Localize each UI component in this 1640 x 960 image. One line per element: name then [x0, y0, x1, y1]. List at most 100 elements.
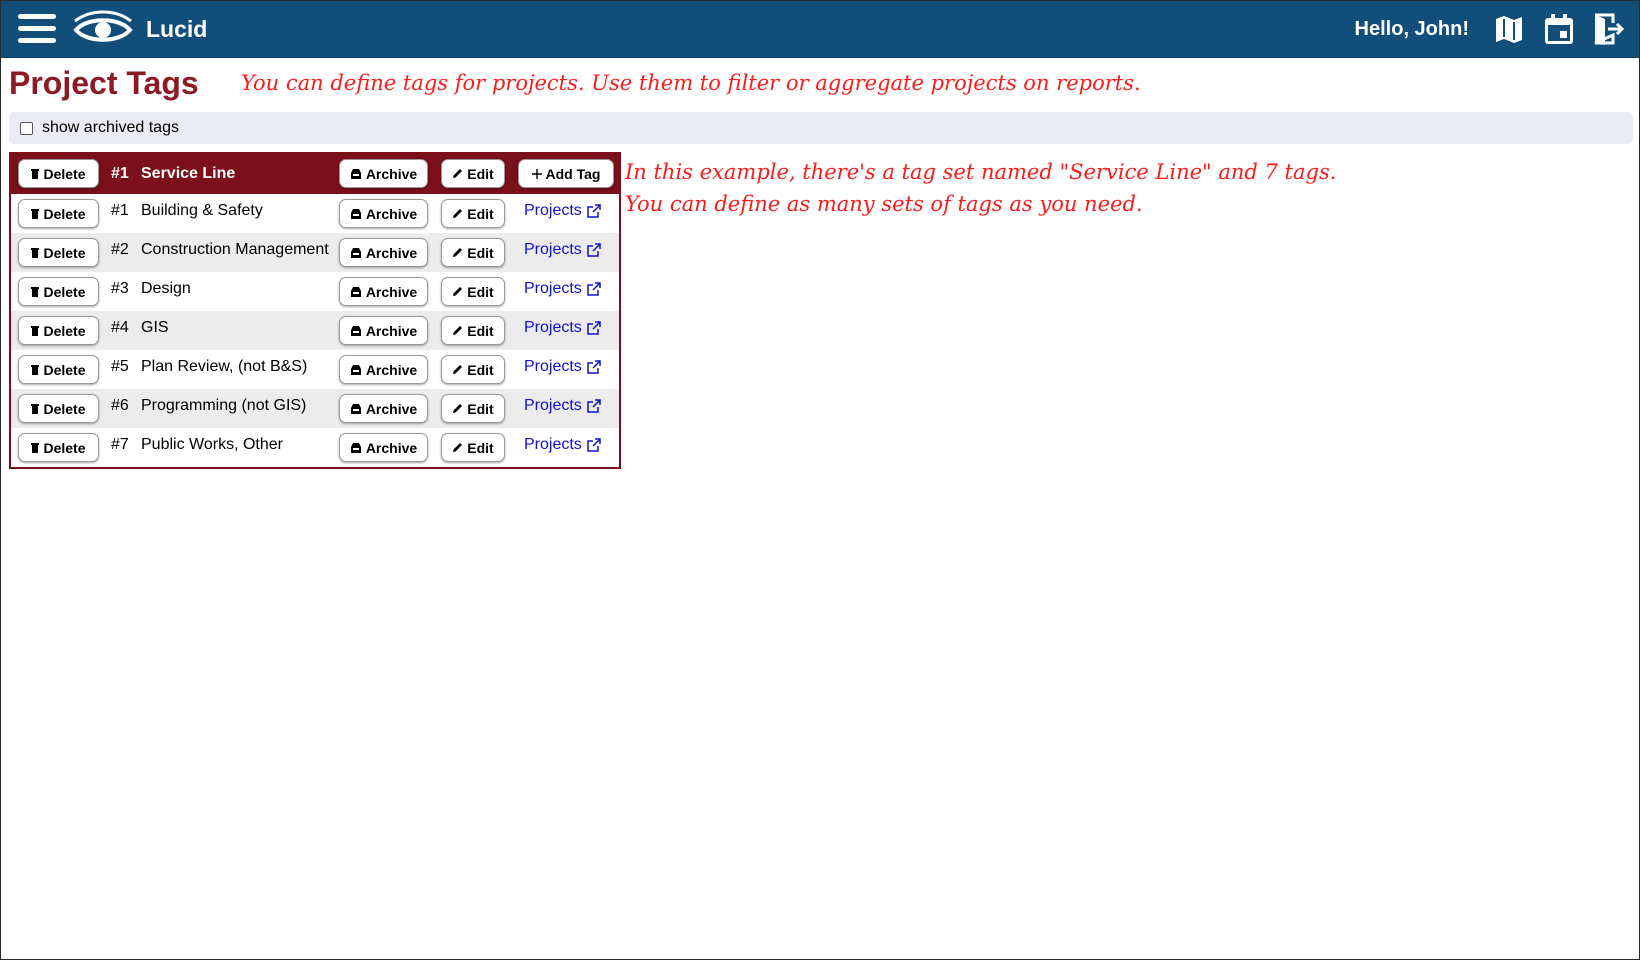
edit-tag-button[interactable]: Edit [441, 277, 505, 306]
tag-name: Building & Safety [141, 202, 263, 219]
projects-link[interactable]: Projects [524, 319, 602, 337]
delete-label: Delete [43, 165, 86, 182]
projects-link-label: Projects [524, 319, 582, 336]
delete-tag-set-button[interactable]: Delete [18, 159, 99, 188]
archive-tag-button[interactable]: Archive [339, 277, 428, 306]
projects-link[interactable]: Projects [524, 280, 602, 298]
tag-row: Delete #2 Construction Management Archiv… [11, 233, 619, 272]
archive-box-icon [350, 401, 362, 417]
tag-number: #4 [111, 319, 129, 336]
archive-box-icon [350, 362, 362, 378]
calendar-icon[interactable] [1541, 11, 1577, 47]
archive-box-icon [350, 440, 362, 456]
app-brand[interactable]: Lucid [146, 16, 207, 43]
delete-tag-button[interactable]: Delete [18, 238, 99, 267]
delete-tag-button[interactable]: Delete [18, 316, 99, 345]
delete-label: Delete [43, 322, 86, 339]
external-link-icon [587, 321, 601, 335]
tag-name: Programming (not GIS) [141, 397, 307, 414]
archive-tag-button[interactable]: Archive [339, 238, 428, 267]
archive-label: Archive [365, 244, 418, 261]
tag-name: GIS [141, 319, 169, 336]
tag-name: Plan Review, (not B&S) [141, 358, 308, 375]
tag-set-table: Delete #1 Service Line Archive Edit Add … [9, 152, 621, 469]
archive-tag-button[interactable]: Archive [339, 433, 428, 462]
tag-name: Public Works, Other [141, 436, 283, 453]
projects-link[interactable]: Projects [524, 436, 602, 454]
edit-tag-button[interactable]: Edit [441, 433, 505, 462]
show-archived-label[interactable]: show archived tags [42, 119, 179, 137]
trash-icon [31, 245, 40, 261]
pencil-icon [452, 245, 463, 261]
user-greeting: Hello, John! [1354, 18, 1469, 40]
tag-row: Delete #7 Public Works, Other Archive Ed… [11, 428, 619, 467]
archive-label: Archive [365, 283, 418, 300]
delete-tag-button[interactable]: Delete [18, 394, 99, 423]
archive-tag-set-button[interactable]: Archive [339, 159, 428, 188]
pencil-icon [452, 401, 463, 417]
external-link-icon [587, 438, 601, 452]
tag-number: #1 [111, 202, 129, 219]
tag-list: Delete #1 Building & Safety Archive Edit… [11, 194, 619, 467]
example-annotation: In this example, there's a tag set named… [625, 156, 1336, 220]
tag-name: Construction Management [141, 241, 329, 258]
trash-icon [31, 362, 40, 378]
delete-label: Delete [43, 283, 86, 300]
show-archived-checkbox[interactable] [20, 121, 33, 135]
archive-label: Archive [365, 165, 418, 182]
delete-label: Delete [43, 205, 86, 222]
external-link-icon [587, 399, 601, 413]
archive-tag-button[interactable]: Archive [339, 199, 428, 228]
archive-tag-button[interactable]: Archive [339, 316, 428, 345]
external-link-icon [587, 360, 601, 374]
archive-label: Archive [365, 439, 418, 456]
archive-box-icon [350, 323, 362, 339]
archive-box-icon [350, 206, 362, 222]
archive-tag-button[interactable]: Archive [339, 355, 428, 384]
archive-tag-button[interactable]: Archive [339, 394, 428, 423]
eye-logo-icon[interactable] [73, 9, 133, 49]
delete-label: Delete [43, 244, 86, 261]
edit-tag-set-button[interactable]: Edit [441, 159, 505, 188]
projects-link[interactable]: Projects [524, 397, 602, 415]
tag-number: #3 [111, 280, 129, 297]
tag-row: Delete #4 GIS Archive Edit Projects [11, 311, 619, 350]
tag-row: Delete #6 Programming (not GIS) Archive … [11, 389, 619, 428]
projects-link-label: Projects [524, 202, 582, 219]
tag-number: #6 [111, 397, 129, 414]
edit-tag-button[interactable]: Edit [441, 238, 505, 267]
edit-tag-button[interactable]: Edit [441, 316, 505, 345]
edit-tag-button[interactable]: Edit [441, 355, 505, 384]
external-link-icon [587, 204, 601, 218]
delete-tag-button[interactable]: Delete [18, 355, 99, 384]
trash-icon [31, 401, 40, 417]
edit-label: Edit [467, 165, 494, 182]
external-link-icon [587, 243, 601, 257]
delete-tag-button[interactable]: Delete [18, 277, 99, 306]
edit-tag-button[interactable]: Edit [441, 394, 505, 423]
projects-link[interactable]: Projects [524, 358, 602, 376]
archive-label: Archive [365, 361, 418, 378]
tag-set-header-row: Delete #1 Service Line Archive Edit Add … [11, 154, 619, 194]
delete-tag-button[interactable]: Delete [18, 433, 99, 462]
pencil-icon [452, 166, 463, 182]
trash-icon [31, 284, 40, 300]
archive-label: Archive [365, 322, 418, 339]
projects-link[interactable]: Projects [524, 241, 602, 259]
add-tag-button[interactable]: Add Tag [518, 159, 614, 188]
logout-icon[interactable] [1591, 11, 1627, 47]
edit-tag-button[interactable]: Edit [441, 199, 505, 228]
archive-box-icon [350, 245, 362, 261]
projects-link-label: Projects [524, 397, 582, 414]
filter-bar: show archived tags [9, 112, 1633, 144]
edit-label: Edit [467, 244, 494, 261]
projects-link[interactable]: Projects [524, 202, 602, 220]
delete-tag-button[interactable]: Delete [18, 199, 99, 228]
edit-label: Edit [467, 400, 494, 417]
projects-link-label: Projects [524, 436, 582, 453]
external-link-icon [587, 282, 601, 296]
delete-label: Delete [43, 361, 86, 378]
hamburger-menu-icon[interactable] [18, 12, 58, 46]
map-icon[interactable] [1491, 11, 1527, 47]
archive-box-icon [350, 284, 362, 300]
